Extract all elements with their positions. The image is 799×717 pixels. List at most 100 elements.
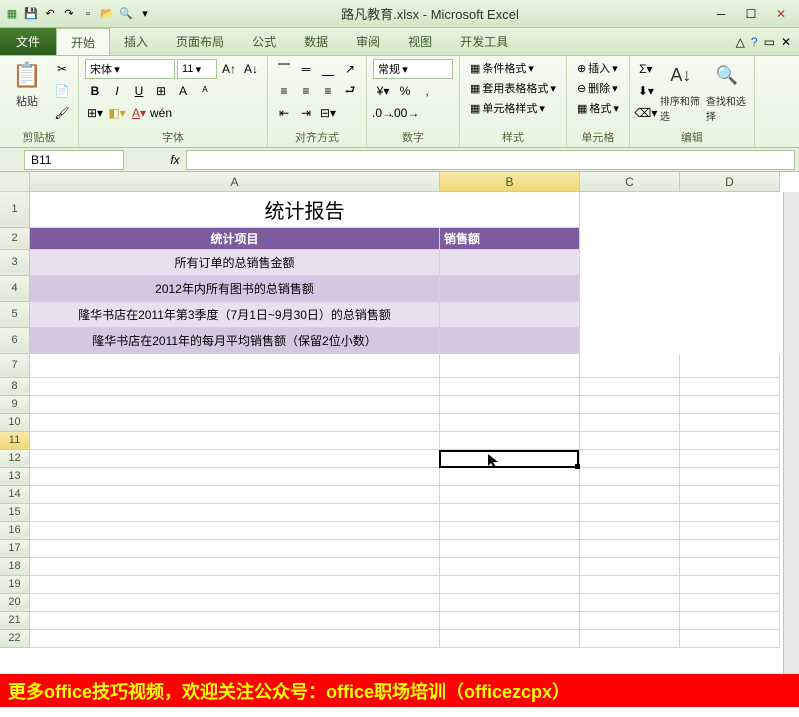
align-bottom-icon[interactable]: ⎽ <box>318 59 338 79</box>
maximize-button[interactable]: ☐ <box>737 4 765 24</box>
cell-empty[interactable] <box>580 612 680 630</box>
cell-empty[interactable] <box>680 396 780 414</box>
format-cells-button[interactable]: ▦格式▾ <box>573 99 623 117</box>
cell-empty[interactable] <box>580 558 680 576</box>
cell-empty[interactable] <box>440 612 580 630</box>
tab-dev[interactable]: 开发工具 <box>446 28 522 55</box>
cell-empty[interactable] <box>580 594 680 612</box>
cell-empty[interactable] <box>30 378 440 396</box>
ribbon-close-icon[interactable]: ✕ <box>781 35 791 49</box>
cell-empty[interactable] <box>30 396 440 414</box>
cell-empty[interactable] <box>30 540 440 558</box>
name-box[interactable]: B11 <box>24 150 124 170</box>
redo-icon[interactable]: ↷ <box>61 6 77 22</box>
row-header-3[interactable]: 3 <box>0 250 30 276</box>
cell-empty[interactable] <box>580 468 680 486</box>
cells-area[interactable]: 统计报告 统计项目 销售额 所有订单的总销售金额 2012年内所有图书的总销售额… <box>30 192 783 674</box>
cell-empty[interactable] <box>30 450 440 468</box>
decrease-indent-icon[interactable]: ⇤ <box>274 103 294 123</box>
decrease-decimal-icon[interactable]: .00→ <box>395 103 415 123</box>
cell-r2b[interactable] <box>440 276 580 302</box>
percent-icon[interactable]: % <box>395 81 415 101</box>
row-header-19[interactable]: 19 <box>0 576 30 594</box>
border-dropdown[interactable]: ⊞▾ <box>85 103 105 123</box>
fill-handle[interactable] <box>575 464 580 469</box>
row-header-7[interactable]: 7 <box>0 354 30 378</box>
tab-review[interactable]: 审阅 <box>342 28 394 55</box>
fx-button[interactable]: fx <box>164 153 186 167</box>
row-header-16[interactable]: 16 <box>0 522 30 540</box>
cell-empty[interactable] <box>680 594 780 612</box>
row-header-10[interactable]: 10 <box>0 414 30 432</box>
select-all-corner[interactable] <box>0 172 30 192</box>
cell-empty[interactable] <box>580 486 680 504</box>
underline-button[interactable]: U <box>129 81 149 101</box>
cell-empty[interactable] <box>30 558 440 576</box>
font-grow-icon[interactable]: A <box>173 81 193 101</box>
cell-empty[interactable] <box>580 414 680 432</box>
align-left-icon[interactable]: ≡ <box>274 81 294 101</box>
align-top-icon[interactable]: ⎺ <box>274 59 294 79</box>
cell-title[interactable]: 统计报告 <box>30 192 580 228</box>
font-color-button[interactable]: A▾ <box>129 103 149 123</box>
cell-empty[interactable] <box>680 540 780 558</box>
cell-empty[interactable] <box>580 396 680 414</box>
merge-cells-icon[interactable]: ⊟▾ <box>318 103 338 123</box>
number-format-combo[interactable]: 常规▾ <box>373 59 453 79</box>
cell-empty[interactable] <box>30 432 440 450</box>
decrease-font-icon[interactable]: A↓ <box>241 59 261 79</box>
format-painter-icon[interactable]: 🖌 <box>52 103 72 123</box>
new-icon[interactable]: ▫ <box>80 6 96 22</box>
tab-formula[interactable]: 公式 <box>238 28 290 55</box>
close-button[interactable]: ✕ <box>767 4 795 24</box>
sort-filter-button[interactable]: A↓ 排序和筛选 <box>660 59 702 123</box>
cell-empty[interactable] <box>680 450 780 468</box>
cell-empty[interactable] <box>440 354 580 378</box>
tab-insert[interactable]: 插入 <box>110 28 162 55</box>
cell-empty[interactable] <box>580 378 680 396</box>
help-icon[interactable]: ? <box>751 35 758 49</box>
cell-empty[interactable] <box>30 504 440 522</box>
border-button[interactable]: ⊞ <box>151 81 171 101</box>
save-icon[interactable]: 💾 <box>23 6 39 22</box>
find-select-button[interactable]: 🔍 查找和选择 <box>706 59 748 123</box>
col-header-A[interactable]: A <box>30 172 440 192</box>
increase-font-icon[interactable]: A↑ <box>219 59 239 79</box>
comma-icon[interactable]: , <box>417 81 437 101</box>
qat-more-icon[interactable]: ▾ <box>137 6 153 22</box>
cell-empty[interactable] <box>30 354 440 378</box>
cell-empty[interactable] <box>580 450 680 468</box>
undo-icon[interactable]: ↶ <box>42 6 58 22</box>
cell-empty[interactable] <box>440 522 580 540</box>
row-header-18[interactable]: 18 <box>0 558 30 576</box>
cell-empty[interactable] <box>680 432 780 450</box>
cell-empty[interactable] <box>440 558 580 576</box>
cell-empty[interactable] <box>440 504 580 522</box>
fill-color-button[interactable]: ◧▾ <box>107 103 127 123</box>
cell-empty[interactable] <box>440 576 580 594</box>
cell-empty[interactable] <box>440 594 580 612</box>
cell-empty[interactable] <box>580 576 680 594</box>
vertical-scrollbar[interactable] <box>783 192 799 674</box>
delete-cells-button[interactable]: ⊖删除▾ <box>573 79 623 97</box>
cell-empty[interactable] <box>580 432 680 450</box>
cell-empty[interactable] <box>680 612 780 630</box>
copy-icon[interactable]: 📄 <box>52 81 72 101</box>
cell-empty[interactable] <box>580 354 680 378</box>
row-header-15[interactable]: 15 <box>0 504 30 522</box>
font-name-combo[interactable]: 宋体▾ <box>85 59 175 79</box>
table-format-button[interactable]: ▦套用表格格式▾ <box>466 79 560 97</box>
cell-empty[interactable] <box>440 540 580 558</box>
col-header-C[interactable]: C <box>580 172 680 192</box>
conditional-format-button[interactable]: ▦条件格式▾ <box>466 59 560 77</box>
phonetic-icon[interactable]: wén <box>151 103 171 123</box>
minimize-ribbon-icon[interactable]: △ <box>736 35 745 49</box>
tab-data[interactable]: 数据 <box>290 28 342 55</box>
preview-icon[interactable]: 🔍 <box>118 6 134 22</box>
cell-empty[interactable] <box>440 432 580 450</box>
cell-header-2[interactable]: 销售额 <box>440 228 580 250</box>
cell-r4b[interactable] <box>440 328 580 354</box>
row-header-6[interactable]: 6 <box>0 328 30 354</box>
cell-empty[interactable] <box>680 468 780 486</box>
tab-view[interactable]: 视图 <box>394 28 446 55</box>
